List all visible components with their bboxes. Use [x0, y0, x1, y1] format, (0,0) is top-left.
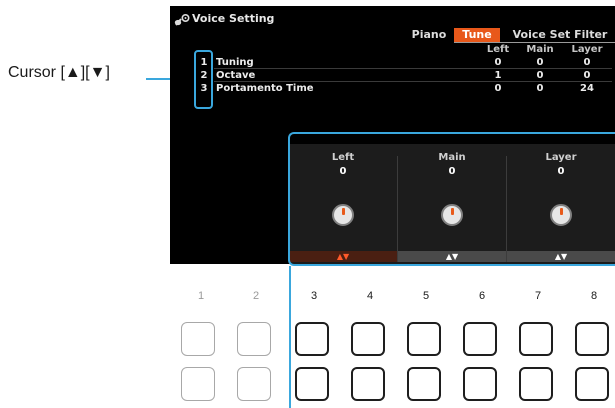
tab-underline — [454, 42, 615, 43]
screen-title: Voice Setting — [174, 12, 275, 26]
tab-voice-set-filter[interactable]: Voice Set Filter — [508, 28, 612, 42]
guitar-gear-icon — [174, 13, 190, 26]
button-number-1: 1 — [197, 290, 205, 302]
value-left: 0 — [494, 57, 502, 68]
value-left: 0 — [494, 83, 502, 94]
parameter-row-octave[interactable]: 2 Octave 1 0 0 — [170, 70, 615, 81]
value-layer: 0 — [583, 70, 591, 81]
row-name: Tuning — [216, 57, 254, 68]
value-left: 1 — [494, 70, 502, 81]
hardware-button-2-lower[interactable] — [237, 367, 271, 401]
cursor-callout-label: Cursor [▲][▼] — [8, 64, 110, 81]
hardware-button-5-lower[interactable] — [407, 367, 441, 401]
button-number-8: 8 — [590, 290, 598, 302]
knob-area-highlight — [288, 132, 615, 266]
hardware-button-7-upper[interactable] — [519, 322, 553, 356]
hardware-button-5-upper[interactable] — [407, 322, 441, 356]
parameter-row-tuning[interactable]: 1 Tuning 0 0 0 — [170, 57, 615, 68]
tab-tune[interactable]: Tune — [454, 28, 500, 42]
hardware-button-1-upper[interactable] — [181, 322, 215, 356]
value-main: 0 — [536, 57, 544, 68]
hardware-button-6-upper[interactable] — [463, 322, 497, 356]
hardware-button-4-upper[interactable] — [351, 322, 385, 356]
value-layer: 24 — [580, 83, 594, 94]
value-main: 0 — [536, 70, 544, 81]
row-name: Octave — [216, 70, 256, 81]
column-header-main: Main — [526, 44, 554, 55]
hardware-button-8-lower[interactable] — [575, 367, 609, 401]
hardware-button-3-upper[interactable] — [295, 322, 329, 356]
row-name: Portamento Time — [216, 83, 314, 94]
button-number-3: 3 — [310, 290, 318, 302]
button-number-2: 2 — [252, 290, 260, 302]
hardware-button-8-upper[interactable] — [575, 322, 609, 356]
row-divider — [214, 81, 612, 82]
tab-piano[interactable]: Piano — [404, 28, 454, 42]
value-main: 0 — [536, 83, 544, 94]
row-number-highlight — [194, 50, 213, 109]
column-header-layer: Layer — [571, 44, 603, 55]
hardware-button-1-lower[interactable] — [181, 367, 215, 401]
hardware-button-6-lower[interactable] — [463, 367, 497, 401]
hardware-button-4-lower[interactable] — [351, 367, 385, 401]
column-header-left: Left — [486, 44, 510, 55]
hardware-button-2-upper[interactable] — [237, 322, 271, 356]
button-number-7: 7 — [534, 290, 542, 302]
knob-callout-line — [289, 266, 291, 408]
button-number-5: 5 — [422, 290, 430, 302]
row-divider — [214, 68, 612, 69]
button-number-4: 4 — [366, 290, 374, 302]
hardware-button-7-lower[interactable] — [519, 367, 553, 401]
hardware-button-3-lower[interactable] — [295, 367, 329, 401]
parameter-row-portamento-time[interactable]: 3 Portamento Time 0 0 24 — [170, 83, 615, 94]
button-number-6: 6 — [478, 290, 486, 302]
screen-title-text: Voice Setting — [192, 12, 275, 25]
value-layer: 0 — [583, 57, 591, 68]
